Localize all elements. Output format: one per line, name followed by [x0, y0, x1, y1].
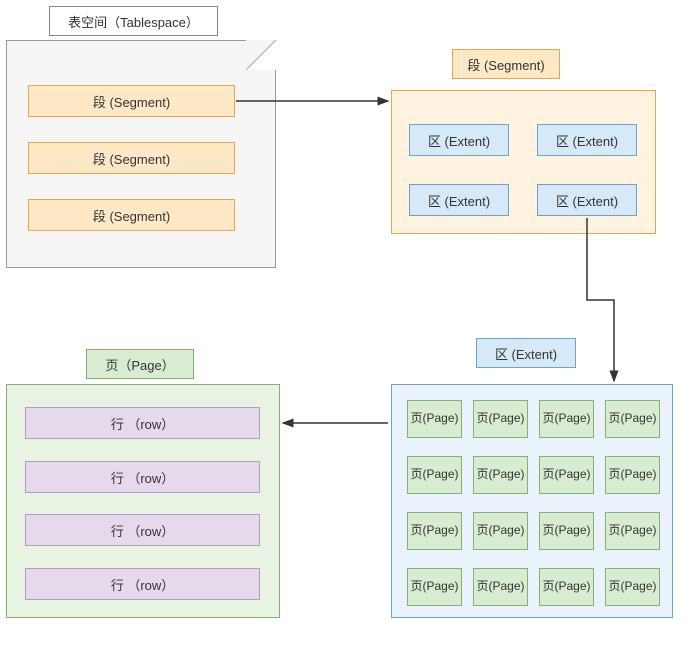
page-item: 页(Page) [605, 400, 660, 438]
segment-label: 段 (Segment) [452, 49, 560, 79]
page-item: 页(Page) [407, 512, 462, 550]
arrow-segment-to-extent [587, 218, 614, 381]
diagram-canvas: 表空间（Tablespace） 段 (Segment) 段 (Segment) … [0, 0, 686, 651]
extent-item: 区 (Extent) [537, 184, 637, 216]
page-item: 页(Page) [539, 568, 594, 606]
row-item: 行 （row） [25, 461, 260, 493]
page-item: 页(Page) [539, 456, 594, 494]
page-item: 页(Page) [539, 512, 594, 550]
extent-item: 区 (Extent) [409, 184, 509, 216]
page-item: 页(Page) [539, 400, 594, 438]
page-item: 页(Page) [473, 568, 528, 606]
segment-item: 段 (Segment) [28, 199, 235, 231]
row-item: 行 （row） [25, 568, 260, 600]
row-item: 行 （row） [25, 407, 260, 439]
segment-item: 段 (Segment) [28, 85, 235, 117]
extent-item: 区 (Extent) [409, 124, 509, 156]
tablespace-label: 表空间（Tablespace） [49, 6, 218, 36]
extent-label: 区 (Extent) [476, 338, 576, 368]
page-item: 页(Page) [407, 568, 462, 606]
page-item: 页(Page) [473, 512, 528, 550]
page-item: 页(Page) [473, 400, 528, 438]
page-item: 页(Page) [407, 456, 462, 494]
page-label: 页（Page） [86, 349, 194, 379]
segment-item: 段 (Segment) [28, 142, 235, 174]
extent-item: 区 (Extent) [537, 124, 637, 156]
page-item: 页(Page) [407, 400, 462, 438]
row-item: 行 （row） [25, 514, 260, 546]
page-item: 页(Page) [605, 512, 660, 550]
page-item: 页(Page) [605, 456, 660, 494]
page-item: 页(Page) [605, 568, 660, 606]
page-item: 页(Page) [473, 456, 528, 494]
